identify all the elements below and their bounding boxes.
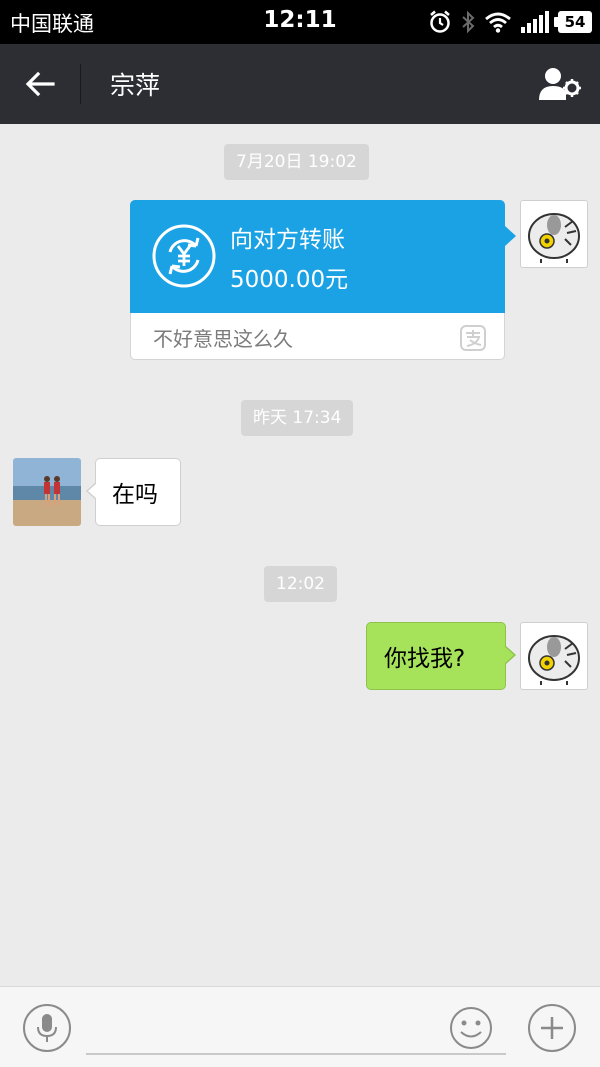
transfer-title: 向对方转账 bbox=[230, 227, 345, 253]
chat-messages[interactable]: 7月20日 19:02 向对方转账 5000.00元 不好意思这么久 昨天 17… bbox=[0, 124, 600, 986]
transfer-card[interactable]: 向对方转账 5000.00元 不好意思这么久 bbox=[130, 200, 516, 360]
message-text: 你找我? bbox=[384, 646, 466, 672]
status-bar: 中国联通 12:11 54 bbox=[0, 0, 600, 44]
bluetooth-icon bbox=[462, 10, 475, 34]
microphone-icon bbox=[37, 1014, 57, 1042]
avatar[interactable] bbox=[520, 622, 588, 690]
timestamp: 12:02 bbox=[264, 566, 337, 602]
wifi-icon bbox=[485, 12, 511, 33]
transfer-amount: 5000.00元 bbox=[230, 267, 349, 293]
message-input[interactable] bbox=[86, 1007, 506, 1055]
plus-icon bbox=[541, 1017, 563, 1039]
yuan-transfer-icon bbox=[152, 224, 216, 288]
back-arrow-icon bbox=[25, 71, 55, 97]
message-bubble-outgoing[interactable]: 你找我? bbox=[366, 622, 516, 690]
back-button[interactable] bbox=[14, 60, 66, 108]
voice-button[interactable] bbox=[23, 1004, 71, 1052]
message-bubble-incoming[interactable]: 在吗 bbox=[86, 458, 181, 526]
egg-avatar-icon bbox=[528, 213, 580, 263]
timestamp: 7月20日 19:02 bbox=[224, 144, 369, 180]
alipay-icon bbox=[460, 325, 486, 351]
smiley-icon[interactable] bbox=[448, 1005, 494, 1051]
timestamp: 昨天 17:34 bbox=[241, 400, 354, 436]
avatar[interactable] bbox=[13, 458, 81, 526]
chat-info-button[interactable] bbox=[536, 62, 584, 106]
header-divider bbox=[80, 64, 81, 104]
message-text: 在吗 bbox=[112, 482, 158, 508]
transfer-note: 不好意思这么久 bbox=[153, 327, 293, 351]
more-button[interactable] bbox=[528, 1004, 576, 1052]
beach-photo-avatar bbox=[13, 458, 81, 526]
egg-avatar-icon bbox=[528, 635, 580, 685]
chat-header: 宗萍 bbox=[0, 44, 600, 124]
page-title: 宗萍 bbox=[110, 71, 161, 100]
avatar[interactable] bbox=[520, 200, 588, 268]
signal-icon bbox=[521, 11, 549, 33]
alarm-icon bbox=[430, 10, 450, 33]
contact-settings-icon bbox=[539, 68, 581, 100]
input-bar bbox=[0, 986, 600, 1067]
battery-icon: 54 bbox=[554, 11, 592, 33]
